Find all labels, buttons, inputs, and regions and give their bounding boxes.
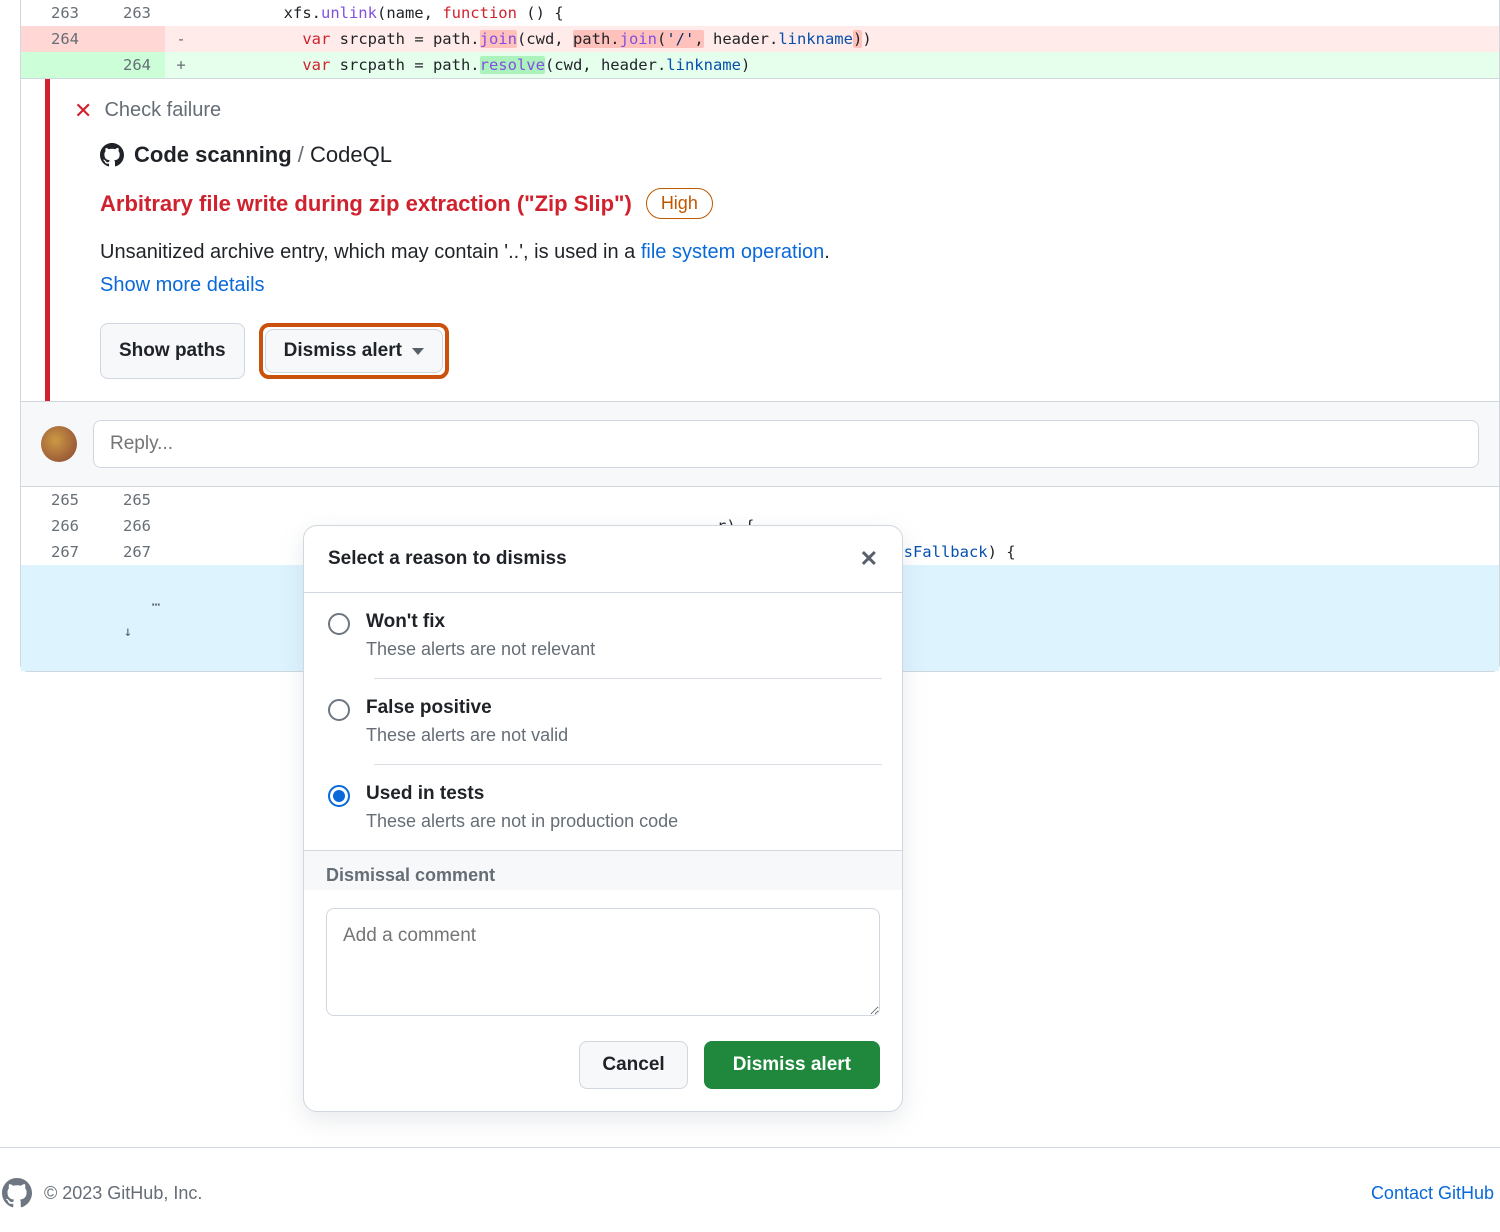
option-description: These alerts are not in production code — [366, 811, 878, 832]
dismiss-alert-submit-button[interactable]: Dismiss alert — [704, 1041, 880, 1089]
file-system-operation-link[interactable]: file system operation — [641, 241, 824, 263]
cancel-button[interactable]: Cancel — [579, 1041, 687, 1089]
vulnerability-description: Unsanitized archive entry, which may con… — [100, 241, 1475, 264]
dismiss-option[interactable]: Won't fix These alerts are not relevant — [304, 593, 902, 678]
code-scanning-annotation: ✕ Check failure Code scanning / CodeQL A… — [21, 78, 1499, 487]
dismissal-comment-label: Dismissal comment — [326, 865, 880, 886]
check-failure-label: Check failure — [104, 99, 221, 122]
option-description: These alerts are not valid — [366, 725, 878, 746]
vulnerability-title: Arbitrary file write during zip extracti… — [100, 191, 632, 217]
close-icon[interactable]: ✕ — [860, 546, 878, 572]
diff-line: 264+ var srcpath = path.resolve(cwd, hea… — [21, 52, 1499, 78]
radio-icon[interactable] — [328, 613, 350, 635]
reply-row — [21, 401, 1499, 486]
dismiss-option[interactable]: Used in tests These alerts are not in pro… — [304, 765, 902, 850]
close-icon: ✕ — [74, 100, 92, 122]
dismiss-option[interactable]: False positive These alerts are not valid — [304, 679, 902, 764]
dismiss-alert-highlight: Dismiss alert — [259, 323, 449, 379]
option-title: False positive — [366, 697, 878, 719]
diff-line: 264- var srcpath = path.join(cwd, path.j… — [21, 26, 1499, 52]
option-description: These alerts are not relevant — [366, 639, 878, 660]
page-footer: © 2023 GitHub, Inc. Contact GitHub — [0, 1147, 1500, 1208]
reply-input[interactable] — [93, 420, 1479, 468]
dropdown-title: Select a reason to dismiss — [328, 548, 567, 570]
dismissal-comment-input[interactable] — [326, 908, 880, 1016]
option-title: Won't fix — [366, 611, 878, 633]
github-icon — [100, 143, 124, 167]
avatar[interactable] — [41, 426, 77, 462]
severity-badge: High — [646, 188, 713, 219]
github-icon — [2, 1178, 32, 1208]
option-title: Used in tests — [366, 783, 878, 805]
unfold-down-icon: ⋯↓ — [124, 597, 162, 640]
caret-down-icon — [412, 348, 424, 355]
copyright-text: © 2023 GitHub, Inc. — [44, 1183, 202, 1204]
diff-line: 263263 xfs.unlink(name, function () { — [21, 0, 1499, 26]
show-more-details-link[interactable]: Show more details — [100, 274, 1475, 297]
contact-github-link[interactable]: Contact GitHub — [1371, 1183, 1494, 1204]
diff-line: 265265 — [21, 487, 1499, 513]
show-paths-button[interactable]: Show paths — [100, 323, 245, 379]
radio-icon[interactable] — [328, 785, 350, 807]
dismiss-alert-button[interactable]: Dismiss alert — [265, 329, 443, 373]
dismiss-alert-dropdown: Select a reason to dismiss ✕ Won't fix Th… — [303, 525, 903, 1112]
radio-icon[interactable] — [328, 699, 350, 721]
scanner-title: Code scanning / CodeQL — [100, 142, 1475, 168]
